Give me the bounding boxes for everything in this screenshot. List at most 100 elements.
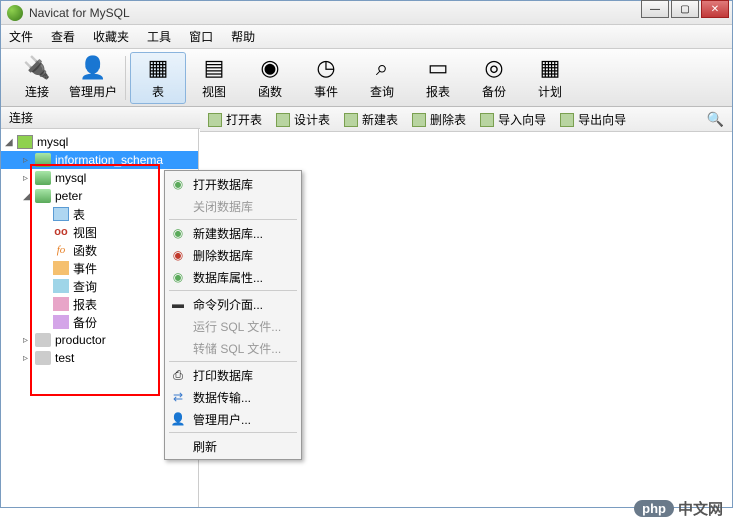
maximize-button[interactable]: ▢	[671, 0, 699, 18]
ctx-separator	[169, 361, 297, 362]
ctx-print-db[interactable]: ⎙打印数据库	[165, 364, 301, 386]
event-icon	[53, 261, 69, 275]
ctx-label: 关闭数据库	[193, 198, 253, 215]
toolbar-label: 函数	[258, 83, 282, 100]
ctx-icon	[169, 340, 187, 356]
sub-label: 设计表	[294, 111, 330, 128]
ctx-close-db: 关闭数据库	[165, 195, 301, 217]
ctx-label: 刷新	[193, 438, 217, 455]
ctx-open-db[interactable]: ◉打开数据库	[165, 173, 301, 195]
function-button[interactable]: ◉ 函数	[242, 52, 298, 104]
view-icon: oo	[53, 225, 69, 239]
query-button-icon: ⌕	[369, 55, 395, 81]
ctx-delete-db[interactable]: ◉ 删除数据库	[165, 244, 301, 266]
db-gray-icon	[35, 333, 51, 347]
toolbar-label: 视图	[202, 83, 226, 100]
ctx-icon: ◉	[169, 225, 187, 241]
ctx-icon: ▬	[169, 296, 187, 312]
view-button-icon: ▤	[201, 55, 227, 81]
expand-icon[interactable]: ◢	[5, 137, 17, 148]
backup-button[interactable]: ◎备份	[466, 52, 522, 104]
tree-label: information_schema	[55, 153, 163, 167]
sub-icon	[560, 113, 574, 127]
manage-users-button[interactable]: 👤管理用户	[65, 52, 121, 104]
toolbar-label: 查询	[370, 83, 394, 100]
design-table-button[interactable]: 设计表	[276, 111, 330, 128]
menu-item[interactable]: 收藏夹	[93, 28, 129, 45]
menu-item[interactable]: 帮助	[231, 28, 255, 45]
tree-toggle-icon[interactable]: ◢	[23, 191, 35, 202]
ctx-cli[interactable]: ▬命令列介面...	[165, 293, 301, 315]
table-button[interactable]: ▦表	[130, 52, 186, 104]
ctx-label: 数据库属性...	[193, 269, 263, 286]
ctx-icon: ◉	[169, 247, 187, 263]
function-button-icon: ◉	[257, 55, 283, 81]
ctx-label: 删除数据库	[193, 247, 253, 264]
view-button[interactable]: ▤ 视图	[186, 52, 242, 104]
menu-item[interactable]: 查看	[51, 28, 75, 45]
new-table-button[interactable]: 新建表	[344, 111, 398, 128]
tree-toggle-icon[interactable]: ▹	[23, 155, 35, 166]
tree-label: 表	[73, 206, 85, 223]
backup-button-icon: ◎	[481, 55, 507, 81]
db-information-schema[interactable]: ▹ information_schema	[1, 151, 198, 169]
db-icon	[35, 153, 51, 167]
connections-label: 连接	[9, 109, 33, 126]
report-icon	[53, 297, 69, 311]
conn-mysql[interactable]: ◢ mysql	[1, 133, 198, 151]
ctx-icon: ◉	[169, 269, 187, 285]
menu-item[interactable]: 工具	[147, 28, 171, 45]
context-menu: ◉打开数据库关闭数据库 ◉ 新建数据库... ◉ 删除数据库 ◉ 数据库属性... ▬命令列介…	[164, 170, 302, 460]
schedule-button[interactable]: ▦计划	[522, 52, 578, 104]
delete-table-button[interactable]: 删除表	[412, 111, 466, 128]
sub-icon	[344, 113, 358, 127]
ctx-icon: ⇄	[169, 389, 187, 405]
ctx-icon: ⎙	[169, 367, 187, 383]
sub-label: 导入向导	[498, 111, 546, 128]
ctx-label: 运行 SQL 文件...	[193, 318, 281, 335]
sub-label: 新建表	[362, 111, 398, 128]
tree-label: 函数	[73, 242, 97, 259]
ctx-separator	[169, 432, 297, 433]
watermark-text: 中文网	[678, 498, 723, 519]
connect-button[interactable]: 🔌连接	[9, 52, 65, 104]
ctx-icon: 👤	[169, 411, 187, 427]
query-button[interactable]: ⌕ 查询	[354, 52, 410, 104]
ctx-icon	[169, 198, 187, 214]
menu-item[interactable]: 文件	[9, 28, 33, 45]
menu-item[interactable]: 窗口	[189, 28, 213, 45]
sub-toolbar: 打开表 设计表 新建表删除表 导入向导导出向导 🔍	[200, 108, 732, 132]
db-gray-icon	[35, 351, 51, 365]
menubar: 文件 查看 收藏夹 工具 窗口 帮助	[1, 25, 732, 49]
close-button[interactable]: ✕	[701, 0, 729, 18]
minimize-button[interactable]: —	[641, 0, 669, 18]
toolbar-label: 管理用户	[69, 83, 117, 100]
titlebar: Navicat for MySQL	[1, 1, 732, 25]
search-icon[interactable]: 🔍	[707, 111, 724, 128]
tree-toggle-icon[interactable]: ▹	[23, 173, 35, 184]
main-toolbar: 🔌连接👤管理用户▦表 ▤ 视图 ◉ 函数 ◷事件 ⌕ 查询 ▭报表◎备份▦计划	[1, 49, 732, 107]
report-button-icon: ▭	[425, 55, 451, 81]
ctx-refresh[interactable]: 刷新	[165, 435, 301, 457]
tree-label: 报表	[73, 296, 97, 313]
ctx-new-db[interactable]: ◉ 新建数据库...	[165, 222, 301, 244]
open-table-button[interactable]: 打开表	[208, 111, 262, 128]
import-wizard-button[interactable]: 导入向导	[480, 111, 546, 128]
tree-toggle-icon[interactable]: ▹	[23, 353, 35, 364]
ctx-label: 新建数据库...	[193, 225, 263, 242]
tree-toggle-icon[interactable]: ▹	[23, 335, 35, 346]
db-icon	[35, 171, 51, 185]
backup-icon	[53, 315, 69, 329]
ctx-label: 打开数据库	[193, 176, 253, 193]
report-button[interactable]: ▭报表	[410, 52, 466, 104]
ctx-db-properties[interactable]: ◉ 数据库属性...	[165, 266, 301, 288]
toolbar-label: 表	[152, 83, 164, 100]
app-icon	[7, 5, 23, 21]
event-button[interactable]: ◷事件	[298, 52, 354, 104]
ctx-label: 数据传输...	[193, 389, 251, 406]
export-wizard-button[interactable]: 导出向导	[560, 111, 626, 128]
table-icon	[53, 207, 69, 221]
event-button-icon: ◷	[313, 55, 339, 81]
ctx-manage-users[interactable]: 👤管理用户...	[165, 408, 301, 430]
ctx-data-transfer[interactable]: ⇄ 数据传输...	[165, 386, 301, 408]
